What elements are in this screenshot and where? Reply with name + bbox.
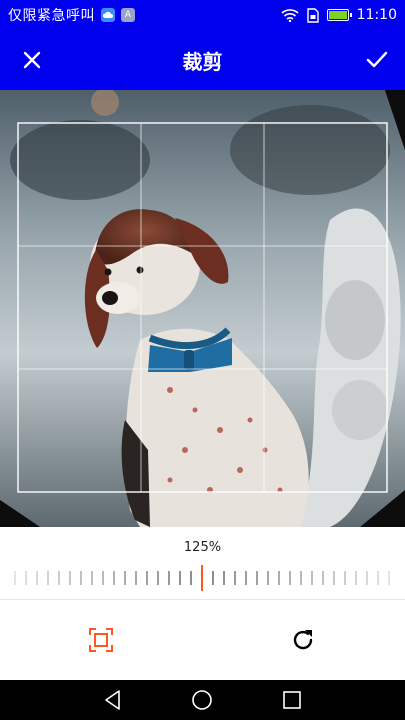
check-icon	[366, 51, 388, 68]
notification-cloud-icon	[101, 8, 115, 22]
status-right: 11:10	[281, 7, 397, 23]
rotate-icon	[293, 630, 313, 650]
status-bar: 仅限紧急呼叫 A 11:10	[0, 0, 405, 30]
close-button[interactable]	[14, 42, 50, 78]
app-bar: 裁剪	[0, 30, 405, 90]
notification-a-icon: A	[121, 8, 135, 22]
back-icon[interactable]	[101, 688, 125, 712]
battery-icon	[326, 9, 352, 21]
recents-icon[interactable]	[280, 688, 304, 712]
status-left: 仅限紧急呼叫 A	[8, 5, 135, 25]
wifi-icon	[281, 9, 299, 22]
divider	[0, 599, 405, 600]
rotate-button[interactable]	[285, 622, 321, 658]
battery-fill	[328, 11, 347, 19]
zoom-label: 125%	[183, 540, 222, 555]
clock: 11:10	[356, 7, 397, 23]
done-button[interactable]	[359, 42, 395, 78]
close-icon	[23, 51, 41, 69]
crop-controls: 125%	[0, 527, 405, 680]
page-title: 裁剪	[182, 49, 223, 74]
sim-icon	[306, 7, 319, 23]
home-icon[interactable]	[190, 688, 214, 712]
crop-canvas[interactable]	[0, 90, 405, 527]
aspect-ratio-button[interactable]	[83, 622, 119, 658]
dog-photo	[0, 90, 405, 527]
system-nav-bar	[0, 680, 405, 720]
aspect-ratio-icon	[89, 628, 113, 652]
carrier-text: 仅限紧急呼叫	[8, 8, 95, 24]
zoom-ruler-slider[interactable]	[0, 565, 405, 591]
